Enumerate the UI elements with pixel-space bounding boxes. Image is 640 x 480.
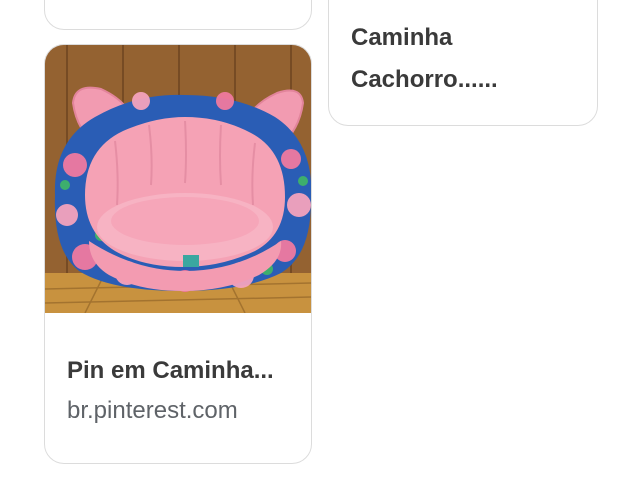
result-thumbnail[interactable]: [45, 45, 311, 313]
result-source-domain: br.pinterest.com: [67, 397, 238, 424]
result-card-pin-caminha[interactable]: Pin em Caminha... br.pinterest.com: [44, 44, 312, 464]
pet-bed-image: [45, 45, 311, 313]
result-card-caminha-cachorro[interactable]: Caminha Cachorro......: [328, 0, 598, 126]
result-card-partial-left[interactable]: [44, 0, 312, 30]
image-results-page: Caminha Cachorro...... Pin em Caminha...…: [0, 0, 640, 480]
result-title: Caminha Cachorro......: [351, 24, 498, 93]
result-title: Pin em Caminha...: [67, 357, 274, 384]
